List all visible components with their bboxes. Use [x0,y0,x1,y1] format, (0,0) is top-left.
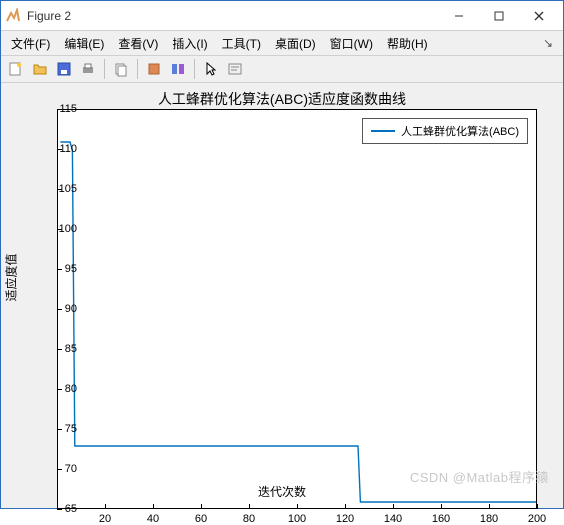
x-tick [201,504,202,509]
figure-window: Figure 2 文件(F) 编辑(E) 查看(V) 插入(I) 工具(T) 桌… [0,0,564,509]
x-tick [249,504,250,509]
x-tick-label: 80 [243,513,255,525]
y-tick-label: 65 [65,503,77,515]
menubar: 文件(F) 编辑(E) 查看(V) 插入(I) 工具(T) 桌面(D) 窗口(W… [1,31,563,55]
y-tick-label: 95 [65,263,77,275]
insert-text-button[interactable] [224,58,246,80]
x-tick-label: 120 [336,513,354,525]
y-tick [57,149,62,150]
watermark: CSDN @Matlab程序猿 [410,467,549,486]
layout-square-button[interactable] [143,58,165,80]
toolbar-separator [137,59,138,79]
figure-area: 人工蜂群优化算法(ABC)适应度函数曲线 适应度值 人工蜂群优化算法(ABC) … [1,83,563,508]
menu-overflow-icon[interactable]: ↘ [537,36,559,50]
x-tick [345,504,346,509]
y-tick-label: 75 [65,423,77,435]
close-button[interactable] [519,2,559,30]
x-tick-label: 20 [99,513,111,525]
print-button[interactable] [77,58,99,80]
y-tick [57,229,62,230]
y-tick-label: 70 [65,463,77,475]
window-title: Figure 2 [27,9,439,23]
maximize-button[interactable] [479,2,519,30]
x-tick-label: 40 [147,513,159,525]
x-tick [393,504,394,509]
y-axis-label: 适应度值 [3,253,20,301]
matlab-icon [5,8,21,24]
x-tick [105,504,106,509]
y-tick [57,309,62,310]
x-tick [441,504,442,509]
legend-label: 人工蜂群优化算法(ABC) [401,123,519,139]
minimize-button[interactable] [439,2,479,30]
x-tick-label: 140 [384,513,402,525]
menu-view[interactable]: 查看(V) [112,33,164,54]
y-tick-label: 90 [65,303,77,315]
y-tick [57,349,62,350]
y-tick [57,269,62,270]
chart-title: 人工蜂群优化算法(ABC)适应度函数曲线 [1,89,563,109]
x-tick [537,504,538,509]
menu-insert[interactable]: 插入(I) [166,33,213,54]
new-figure-button[interactable] [5,58,27,80]
y-tick-label: 80 [65,383,77,395]
x-tick-label: 180 [480,513,498,525]
menu-desktop[interactable]: 桌面(D) [269,33,322,54]
pointer-button[interactable] [200,58,222,80]
y-tick-label: 115 [59,103,77,115]
menu-tools[interactable]: 工具(T) [216,33,267,54]
save-button[interactable] [53,58,75,80]
x-tick [297,504,298,509]
y-tick [57,429,62,430]
y-tick [57,189,62,190]
y-tick-label: 110 [59,143,77,155]
line-series [58,110,536,508]
legend-swatch [371,130,395,132]
titlebar: Figure 2 [1,1,563,31]
menu-edit[interactable]: 编辑(E) [58,33,110,54]
open-button[interactable] [29,58,51,80]
layout-split-button[interactable] [167,58,189,80]
x-tick-label: 100 [288,513,306,525]
x-tick-label: 200 [528,513,546,525]
y-tick [57,389,62,390]
y-tick [57,469,62,470]
x-tick-label: 160 [432,513,450,525]
y-tick-label: 85 [65,343,77,355]
toolbar [1,55,563,83]
legend[interactable]: 人工蜂群优化算法(ABC) [362,118,528,144]
x-tick [153,504,154,509]
toolbar-separator [104,59,105,79]
plot-axes[interactable]: 人工蜂群优化算法(ABC) [57,109,537,509]
menu-help[interactable]: 帮助(H) [381,33,434,54]
x-tick-label: 60 [195,513,207,525]
toolbar-separator [194,59,195,79]
x-tick [489,504,490,509]
menu-window[interactable]: 窗口(W) [324,33,379,54]
copy-button[interactable] [110,58,132,80]
menu-file[interactable]: 文件(F) [5,33,56,54]
y-tick [57,109,62,110]
